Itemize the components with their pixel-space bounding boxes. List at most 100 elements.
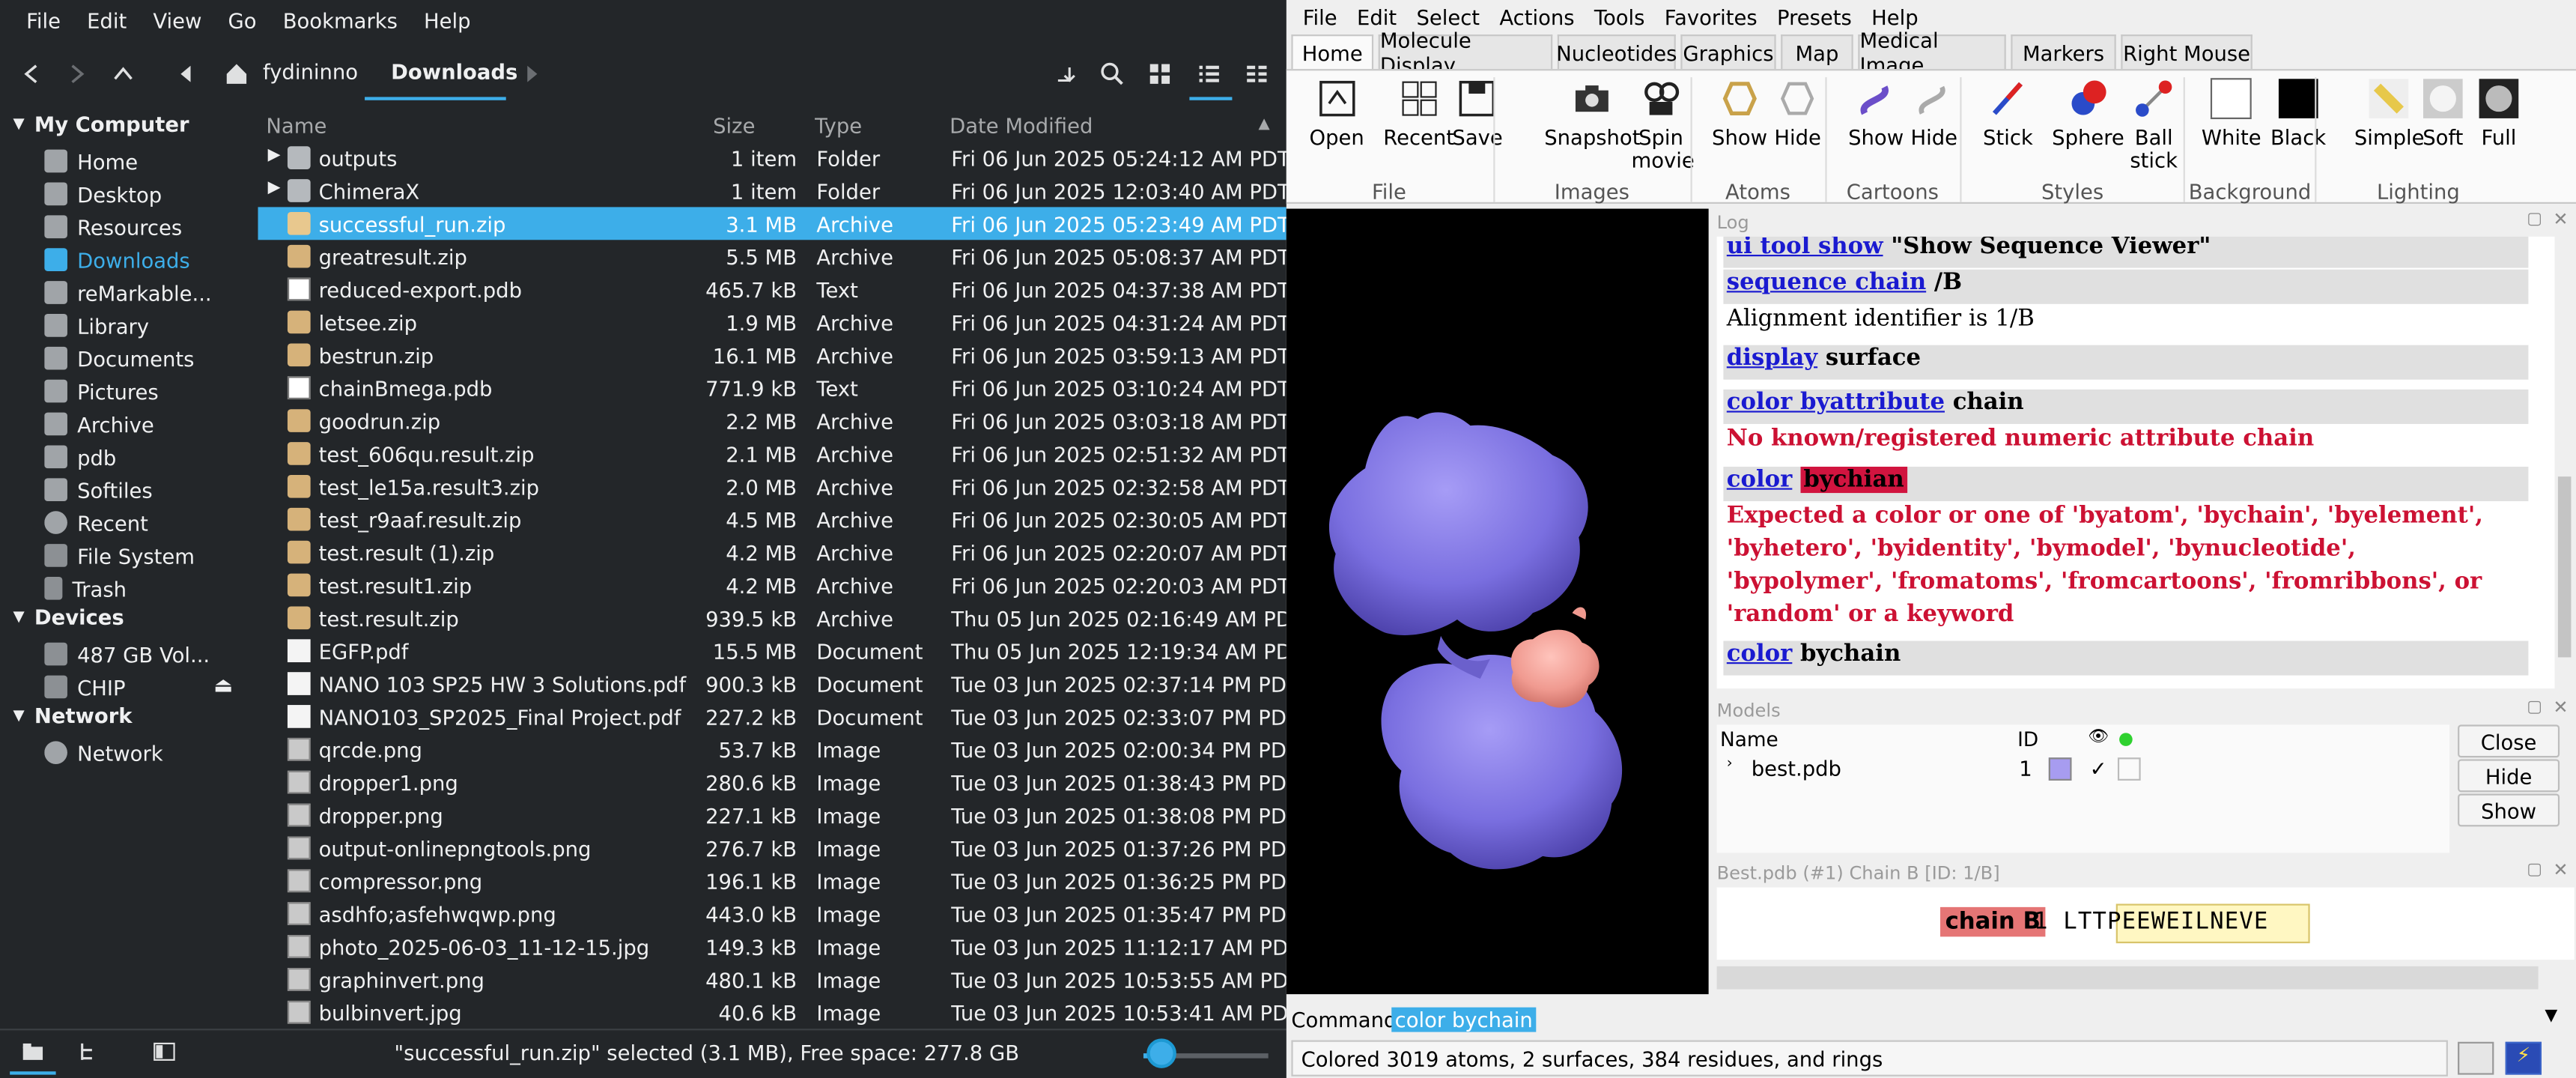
sequence-hscrollbar[interactable]	[1716, 966, 2539, 990]
breadcrumb-downloads[interactable]: Downloads	[391, 59, 517, 84]
folder-expand-icon[interactable]: ▶	[268, 146, 281, 164]
up-arrow-icon[interactable]	[105, 56, 141, 92]
hide-ribbon-button[interactable]: Hide	[1774, 77, 1821, 150]
log-command-link[interactable]: display	[1727, 345, 1817, 372]
models-float-icon[interactable]: ▢	[2527, 698, 2542, 716]
column-size[interactable]: Size	[713, 113, 755, 138]
fm-menu-go[interactable]: Go	[215, 7, 270, 32]
sidebar-item-softiles[interactable]: Softiles	[44, 473, 249, 506]
sidebar-item-remarkable[interactable]: reMarkable...	[44, 276, 249, 309]
cx-menu-edit[interactable]: Edit	[1347, 4, 1406, 28]
cx-menu-presets[interactable]: Presets	[1767, 4, 1862, 28]
model-show-button[interactable]: Show	[2458, 793, 2560, 827]
section-expand-icon[interactable]: ▼	[13, 116, 25, 133]
model-select-box[interactable]	[2117, 757, 2141, 781]
section-expand-icon[interactable]: ▼	[13, 609, 25, 626]
sidebar-section-network[interactable]: ▼ Network	[13, 703, 133, 728]
white-ribbon-button[interactable]: White	[2202, 77, 2261, 150]
sidebar-item-library[interactable]: Library	[44, 309, 249, 342]
file-row[interactable]: ▶ outputs 1 item Folder Fri 06 Jun 2025 05:2…	[258, 142, 1287, 175]
stick-ribbon-button[interactable]: Stick	[1983, 77, 2033, 150]
file-row[interactable]: goodrun.zip 2.2 MB Archive Fri 06 Jun 2025 …	[258, 405, 1287, 437]
file-row[interactable]: dropper.png 227.1 kB Image Tue 03 Jun 2025 …	[258, 799, 1287, 832]
sidebar-item-trash[interactable]: Trash	[44, 572, 249, 605]
molecule-viewer[interactable]	[1286, 208, 1709, 995]
eject-icon[interactable]: ⏏	[213, 672, 233, 697]
home-icon[interactable]	[219, 56, 255, 92]
log-scrollbar-thumb[interactable]	[2557, 476, 2572, 658]
black-ribbon-button[interactable]: Black	[2270, 77, 2326, 150]
fm-menu-edit[interactable]: Edit	[74, 7, 140, 32]
save-ribbon-button[interactable]: Save	[1452, 77, 1503, 150]
breadcrumb-left-icon[interactable]	[168, 56, 204, 92]
log-command-link[interactable]: color	[1727, 467, 1793, 493]
column-type[interactable]: Type	[815, 113, 862, 138]
sequence-residues[interactable]: 1 LTTPEEWEILNEVE	[2034, 909, 2268, 935]
column-name[interactable]: Name	[266, 113, 326, 138]
sidebar-item-resources[interactable]: Resources	[44, 211, 249, 243]
tab-right-mouse[interactable]: Right Mouse	[2121, 34, 2253, 70]
full-ribbon-button[interactable]: Full	[2477, 77, 2520, 150]
sidebar-item-network[interactable]: Network	[44, 736, 249, 769]
sidebar-item-recent[interactable]: Recent	[44, 506, 249, 539]
cx-menu-help[interactable]: Help	[1862, 4, 1928, 28]
file-row[interactable]: qrcde.png 53.7 kB Image Tue 03 Jun 2025 02:…	[258, 733, 1287, 766]
file-row[interactable]: bulbinvert.jpg 40.6 kB Image Tue 03 Jun 202…	[258, 996, 1287, 1029]
compact-view-icon[interactable]	[1239, 56, 1275, 92]
section-expand-icon[interactable]: ▼	[13, 707, 25, 724]
file-row[interactable]: test.result (1).zip 4.2 MB Archive Fri 06 J…	[258, 536, 1287, 569]
tab-nucleotides[interactable]: Nucleotides	[1556, 34, 1677, 70]
snapshot-ribbon-button[interactable]: Snapshot	[1544, 77, 1640, 150]
folder-expand-icon[interactable]: ▶	[268, 179, 281, 197]
tree-panel-icon[interactable]	[74, 1035, 107, 1068]
command-input[interactable]: color bychain	[1391, 1007, 1537, 1032]
log-command-link[interactable]: sequence chain	[1727, 270, 1926, 296]
column-date[interactable]: Date Modified	[950, 113, 1093, 138]
file-row[interactable]: chainBmega.pdb 771.9 kB Text Fri 06 Jun 202…	[258, 372, 1287, 405]
model-row[interactable]: › best.pdb 1 ✓	[1717, 754, 2449, 787]
file-row[interactable]: output-onlinepngtools.png 276.7 kB Image Tu…	[258, 832, 1287, 864]
command-history-dropdown-icon[interactable]: ▼	[2545, 1008, 2557, 1026]
sphere-ribbon-button[interactable]: Sphere	[2052, 77, 2124, 150]
file-row[interactable]: asdhfo;asfehwqwp.png 443.0 kB Image Tue 03 …	[258, 897, 1287, 930]
tab-medical-image[interactable]: Medical Image	[1858, 28, 2006, 77]
sequence-float-icon[interactable]: ▢	[2527, 861, 2542, 879]
file-row[interactable]: successful_run.zip 3.1 MB Archive Fri 06 Ju…	[258, 207, 1287, 240]
sidebar-section-devices[interactable]: ▼ Devices	[13, 605, 124, 629]
tab-graphics[interactable]: Graphics	[1680, 34, 1776, 70]
graphics-status-icon[interactable]	[2458, 1041, 2494, 1075]
file-row[interactable]: test.result1.zip 4.2 MB Archive Fri 06 Jun …	[258, 569, 1287, 602]
sidebar-item-file-system[interactable]: File System	[44, 539, 249, 572]
log-close-icon[interactable]: ✕	[2553, 209, 2568, 231]
list-view-icon[interactable]	[1191, 56, 1227, 92]
sidebar-item-487-gb-vol[interactable]: 487 GB Vol...	[44, 638, 249, 670]
fm-menu-view[interactable]: View	[140, 7, 215, 32]
breadcrumb-right-icon[interactable]	[514, 56, 550, 92]
cx-menu-file[interactable]: File	[1293, 4, 1347, 28]
file-row[interactable]: test_le15a.result3.zip 2.0 MB Archive Fri 0…	[258, 470, 1287, 503]
tab-molecule-display[interactable]: Molecule Display	[1378, 28, 1553, 77]
model-expand-icon[interactable]: ›	[1727, 756, 1733, 772]
simple-ribbon-button[interactable]: Simple	[2354, 77, 2425, 150]
ball-stick-ribbon-button[interactable]: Ball stick	[2124, 77, 2184, 172]
models-close-icon[interactable]: ✕	[2553, 697, 2568, 718]
file-row[interactable]: bestrun.zip 16.1 MB Archive Fri 06 Jun 2025…	[258, 339, 1287, 372]
sidebar-item-desktop[interactable]: Desktop	[44, 178, 249, 211]
models-col-id[interactable]: ID	[2017, 728, 2038, 751]
fm-menu-help[interactable]: Help	[410, 7, 484, 32]
icon-view-icon[interactable]	[1142, 56, 1178, 92]
sidebar-item-documents[interactable]: Documents	[44, 342, 249, 375]
back-arrow-icon[interactable]	[13, 56, 49, 92]
sort-ascending-icon[interactable]: ▲	[1259, 117, 1270, 133]
fm-menu-bookmarks[interactable]: Bookmarks	[270, 7, 410, 32]
sidebar-item-home[interactable]: Home	[44, 145, 249, 178]
soft-ribbon-button[interactable]: Soft	[2422, 77, 2464, 150]
lightning-icon[interactable]: ⚡	[2505, 1041, 2542, 1075]
forward-arrow-icon[interactable]	[59, 56, 95, 92]
cx-menu-select[interactable]: Select	[1406, 4, 1489, 28]
open-ribbon-button[interactable]: Open	[1310, 77, 1364, 150]
sidebar-item-pictures[interactable]: Pictures	[44, 375, 249, 408]
file-row[interactable]: test.result.zip 939.5 kB Archive Thu 05 Jun…	[258, 602, 1287, 635]
file-row[interactable]: reduced-export.pdb 465.7 kB Text Fri 06 Jun…	[258, 273, 1287, 306]
file-row[interactable]: letsee.zip 1.9 MB Archive Fri 06 Jun 2025 0…	[258, 306, 1287, 339]
